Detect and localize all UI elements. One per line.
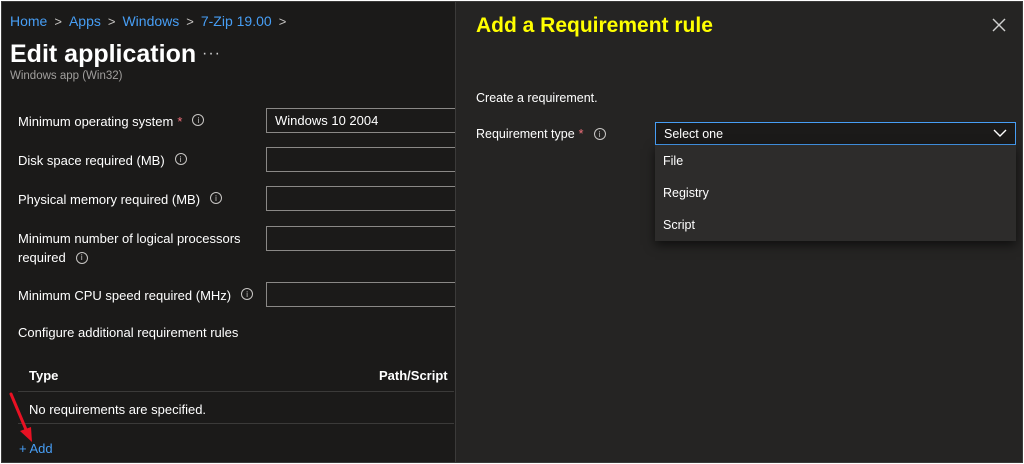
physical-memory-row: Physical memory required (MB) i <box>18 192 223 207</box>
requirement-type-menu: File Registry Script <box>655 145 1016 241</box>
chevron-down-icon <box>993 129 1007 137</box>
column-header-path-script[interactable]: Path/Script <box>379 368 448 383</box>
logical-processors-row: Minimum number of logical processors req… <box>18 231 241 265</box>
chevron-right-icon: > <box>54 13 62 29</box>
add-requirement-panel: Add a Requirement rule Create a requirem… <box>455 2 1022 462</box>
requirement-type-label: Requirement type <box>476 127 575 141</box>
edit-application-blade: Home > Apps > Windows > 7-Zip 19.00 > Ed… <box>2 2 466 462</box>
option-registry[interactable]: Registry <box>655 177 1016 209</box>
min-os-field[interactable]: Windows 10 2004 <box>266 108 466 133</box>
min-os-label: Minimum operating system <box>18 114 174 129</box>
panel-title: Add a Requirement rule <box>476 14 713 37</box>
info-circle-icon[interactable]: i <box>210 192 223 204</box>
chevron-right-icon: > <box>107 13 116 29</box>
app-window: Home > Apps > Windows > 7-Zip 19.00 > Ed… <box>1 1 1023 463</box>
breadcrumb-home[interactable]: Home <box>10 13 47 29</box>
breadcrumb-7zip[interactable]: 7-Zip 19.00 <box>201 13 272 29</box>
empty-table-message: No requirements are specified. <box>29 402 207 417</box>
panel-intro-text: Create a requirement. <box>476 91 598 105</box>
chevron-right-icon: > <box>186 13 194 29</box>
info-circle-icon[interactable]: i <box>593 128 606 140</box>
option-file[interactable]: File <box>655 145 1016 177</box>
dropdown-selected-value: Select one <box>664 127 724 141</box>
page-subtitle: Windows app (Win32) <box>10 70 123 82</box>
info-circle-icon[interactable]: i <box>241 288 254 300</box>
logical-processors-input[interactable] <box>266 226 466 251</box>
red-arrow-icon <box>9 392 32 442</box>
breadcrumb: Home > Apps > Windows > 7-Zip 19.00 > <box>10 13 293 29</box>
table-divider <box>18 391 454 392</box>
breadcrumb-apps[interactable]: Apps <box>69 13 101 29</box>
column-header-type[interactable]: Type <box>29 368 58 383</box>
close-icon[interactable] <box>991 17 1007 33</box>
chevron-right-icon: > <box>278 13 287 29</box>
table-divider <box>18 423 454 424</box>
disk-space-row: Disk space required (MB) i <box>18 153 187 168</box>
requirement-type-dropdown[interactable]: Select one <box>655 122 1016 145</box>
required-mark: * <box>177 114 183 129</box>
info-circle-icon[interactable]: i <box>192 114 205 126</box>
required-mark: * <box>578 127 584 141</box>
option-script[interactable]: Script <box>655 209 1016 241</box>
cpu-speed-input[interactable] <box>266 282 466 307</box>
logical-processors-label-line2: required i <box>18 250 88 265</box>
info-circle-icon[interactable]: i <box>174 153 187 165</box>
logical-processors-label: Minimum number of logical processors <box>18 231 241 246</box>
additional-rules-label: Configure additional requirement rules <box>18 325 239 340</box>
breadcrumb-windows[interactable]: Windows <box>122 13 179 29</box>
disk-space-input[interactable] <box>266 147 466 172</box>
physical-memory-input[interactable] <box>266 186 466 211</box>
disk-space-label: Disk space required (MB) <box>18 153 165 168</box>
more-options-button[interactable]: ··· <box>202 45 221 63</box>
info-circle-icon[interactable]: i <box>75 251 88 264</box>
add-requirement-link[interactable]: + Add <box>19 441 53 456</box>
cpu-speed-row: Minimum CPU speed required (MHz) i <box>18 288 254 303</box>
min-os-row: Minimum operating system * i <box>18 114 205 129</box>
page-title: Edit application <box>10 40 197 68</box>
physical-memory-label: Physical memory required (MB) <box>18 192 201 207</box>
requirement-type-label-row: Requirement type * i <box>476 127 606 141</box>
logical-processors-label-suffix: required <box>18 250 66 265</box>
cpu-speed-label: Minimum CPU speed required (MHz) <box>18 288 232 303</box>
